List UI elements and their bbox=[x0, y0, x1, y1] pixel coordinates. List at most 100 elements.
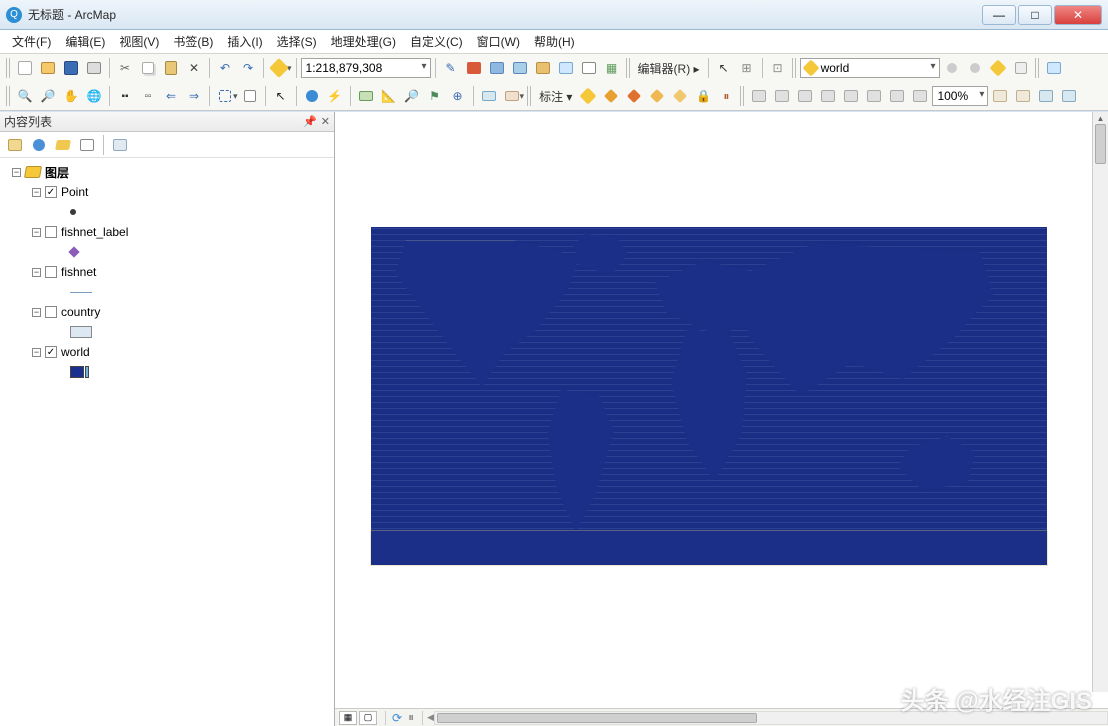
scroll-thumb[interactable] bbox=[437, 713, 757, 723]
open-icon[interactable] bbox=[37, 57, 59, 79]
toolbar-grip[interactable] bbox=[792, 58, 797, 78]
layer-point[interactable]: − ✓ Point bbox=[0, 182, 334, 202]
layer-fishnet[interactable]: − fishnet bbox=[0, 262, 334, 282]
layer-checkbox[interactable] bbox=[45, 306, 57, 318]
hyperlink-icon[interactable]: ⚡ bbox=[324, 85, 346, 107]
print-icon[interactable] bbox=[83, 57, 105, 79]
toolbar-grip[interactable] bbox=[626, 58, 631, 78]
edit-annotation-icon[interactable]: ⊞ bbox=[736, 57, 758, 79]
dropdown-arrow-icon[interactable]: ▾ bbox=[520, 91, 525, 102]
menu-edit[interactable]: 编辑(E) bbox=[59, 30, 111, 53]
delete-icon[interactable]: ✕ bbox=[183, 57, 205, 79]
full-extent-icon[interactable]: 🌐 bbox=[83, 85, 105, 107]
refresh-icon[interactable]: ⟳ bbox=[390, 711, 404, 725]
dropdown-arrow-icon[interactable]: ▾ bbox=[233, 91, 238, 102]
fixed-zoom-out-icon[interactable]: ▫▫ bbox=[137, 85, 159, 107]
vertical-scrollbar[interactable]: ▲ bbox=[1092, 112, 1108, 692]
table-of-contents-icon[interactable]: ▦ bbox=[601, 57, 623, 79]
label-priority-2-icon[interactable] bbox=[623, 85, 645, 107]
list-by-visibility-icon[interactable] bbox=[52, 134, 74, 156]
menu-help[interactable]: 帮助(H) bbox=[528, 30, 581, 53]
layer-country[interactable]: − country bbox=[0, 302, 334, 322]
pan-icon[interactable]: ✋ bbox=[60, 85, 82, 107]
find-icon[interactable]: 🔎 bbox=[401, 85, 423, 107]
model-builder-icon[interactable] bbox=[555, 57, 577, 79]
label-manager-icon[interactable] bbox=[577, 85, 599, 107]
close-button[interactable]: ✕ bbox=[1054, 5, 1102, 25]
layer-fishnet-label-symbol[interactable] bbox=[0, 242, 334, 262]
label-tool-menu[interactable]: 标注 ▾ bbox=[535, 88, 576, 105]
task-icon[interactable] bbox=[1010, 57, 1032, 79]
horizontal-scrollbar[interactable] bbox=[434, 711, 1108, 725]
label-priority-1-icon[interactable] bbox=[600, 85, 622, 107]
edit-vertices-icon[interactable]: ⊡ bbox=[767, 57, 789, 79]
collapse-icon[interactable]: − bbox=[32, 228, 41, 237]
toolbox-icon[interactable] bbox=[463, 57, 485, 79]
scale-combo[interactable]: 1:218,879,308 bbox=[301, 58, 431, 78]
toolbar-grip[interactable] bbox=[740, 86, 745, 106]
create-features-icon[interactable] bbox=[941, 57, 963, 79]
menu-bookmarks[interactable]: 书签(B) bbox=[167, 30, 219, 53]
menu-geoprocessing[interactable]: 地理处理(G) bbox=[325, 30, 402, 53]
fixed-zoom-in-icon[interactable]: ▪▪ bbox=[114, 85, 136, 107]
options-icon[interactable] bbox=[109, 134, 131, 156]
editor-toolbar-icon[interactable]: ✎ bbox=[440, 57, 462, 79]
scroll-thumb[interactable] bbox=[1095, 124, 1106, 164]
layer-world-symbol[interactable] bbox=[0, 362, 334, 382]
pause-draw-icon[interactable]: ⏸ bbox=[404, 710, 418, 725]
add-data-icon[interactable] bbox=[268, 57, 290, 79]
select-elements-icon[interactable]: ↖ bbox=[270, 85, 292, 107]
menu-insert[interactable]: 插入(I) bbox=[221, 30, 268, 53]
zoom-percent-combo[interactable]: 100% bbox=[932, 86, 988, 106]
collapse-icon[interactable]: − bbox=[32, 268, 41, 277]
undo-icon[interactable]: ↶ bbox=[214, 57, 236, 79]
layer-country-symbol[interactable] bbox=[0, 322, 334, 342]
edit-tool-icon[interactable]: ↖ bbox=[713, 57, 735, 79]
layer-checkbox[interactable]: ✓ bbox=[45, 186, 57, 198]
toc-close-icon[interactable]: ✕ bbox=[321, 115, 330, 128]
catalog-window-icon[interactable] bbox=[486, 57, 508, 79]
collapse-icon[interactable]: − bbox=[32, 308, 41, 317]
cut-icon[interactable]: ✂ bbox=[114, 57, 136, 79]
forward-extent-icon[interactable]: ⇒ bbox=[183, 85, 205, 107]
html-popup-icon[interactable] bbox=[355, 85, 377, 107]
georef-8-icon[interactable] bbox=[909, 85, 931, 107]
layer-point-symbol[interactable] bbox=[0, 202, 334, 222]
georef-5-icon[interactable] bbox=[840, 85, 862, 107]
georef-6-icon[interactable] bbox=[863, 85, 885, 107]
pause-labels-icon[interactable]: ⏸ bbox=[715, 85, 737, 107]
label-weight-2-icon[interactable] bbox=[669, 85, 691, 107]
save-icon[interactable] bbox=[60, 57, 82, 79]
layer-checkbox[interactable] bbox=[45, 226, 57, 238]
collapse-icon[interactable]: − bbox=[32, 348, 41, 357]
paste-icon[interactable] bbox=[160, 57, 182, 79]
list-by-selection-icon[interactable] bbox=[76, 134, 98, 156]
menu-customize[interactable]: 自定义(C) bbox=[404, 30, 469, 53]
maximize-button[interactable]: □ bbox=[1018, 5, 1052, 25]
menu-view[interactable]: 视图(V) bbox=[113, 30, 165, 53]
georef-7-icon[interactable] bbox=[886, 85, 908, 107]
menu-file[interactable]: 文件(F) bbox=[6, 30, 57, 53]
clear-selection-icon[interactable] bbox=[239, 85, 261, 107]
map-canvas[interactable]: ▲ bbox=[335, 112, 1108, 708]
copy-icon[interactable] bbox=[137, 57, 159, 79]
zoom-in-icon[interactable]: 🔍 bbox=[14, 85, 36, 107]
identify-icon[interactable] bbox=[301, 85, 323, 107]
toolbar-grip[interactable] bbox=[6, 58, 11, 78]
georef-4-icon[interactable] bbox=[817, 85, 839, 107]
list-by-source-icon[interactable] bbox=[28, 134, 50, 156]
attributes-icon[interactable] bbox=[964, 57, 986, 79]
sketch-properties-icon[interactable] bbox=[987, 57, 1009, 79]
minimize-button[interactable]: — bbox=[982, 5, 1016, 25]
data-view-tab[interactable]: ▦ bbox=[339, 711, 357, 725]
measure-icon[interactable]: 📐 bbox=[378, 85, 400, 107]
collapse-icon[interactable]: − bbox=[32, 188, 41, 197]
zoom-out-icon[interactable]: 🔎 bbox=[37, 85, 59, 107]
collapse-icon[interactable]: − bbox=[12, 168, 21, 177]
toolbar-grip[interactable] bbox=[1035, 58, 1040, 78]
layout-4-icon[interactable] bbox=[1058, 85, 1080, 107]
results-window-icon[interactable] bbox=[578, 57, 600, 79]
tree-root[interactable]: − 图层 bbox=[0, 162, 334, 182]
search-window-icon[interactable] bbox=[509, 57, 531, 79]
scroll-left-icon[interactable]: ◀ bbox=[427, 712, 434, 723]
